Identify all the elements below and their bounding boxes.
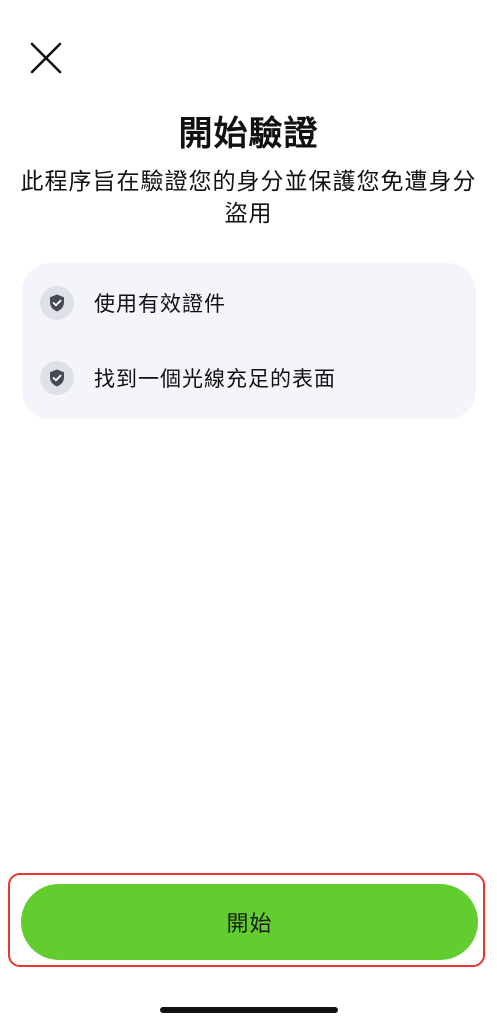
page-subtitle: 此程序旨在驗證您的身分並保護您免遭身分盜用 [20,169,477,227]
requirement-label: 使用有效證件 [94,292,226,316]
requirements-card: 使用有效證件 找到一個光線充足的表面 [22,263,476,419]
shield-check-icon [40,361,74,395]
page-title: 開始驗證 [178,114,319,154]
requirement-item-well-lit-surface: 找到一個光線充足的表面 [40,358,336,398]
close-button[interactable] [22,34,70,82]
start-button-label: 開始 [226,912,273,937]
requirement-item-valid-id: 使用有效證件 [40,283,226,323]
shield-check-icon [40,286,74,320]
home-indicator[interactable] [160,1007,338,1013]
start-button[interactable]: 開始 [21,884,478,960]
close-icon [30,42,62,74]
requirement-label: 找到一個光線充足的表面 [94,367,336,391]
verification-start-screen: 開始驗證 此程序旨在驗證您的身分並保護您免遭身分盜用 使用有效證件 找到一個光線… [0,0,497,1024]
